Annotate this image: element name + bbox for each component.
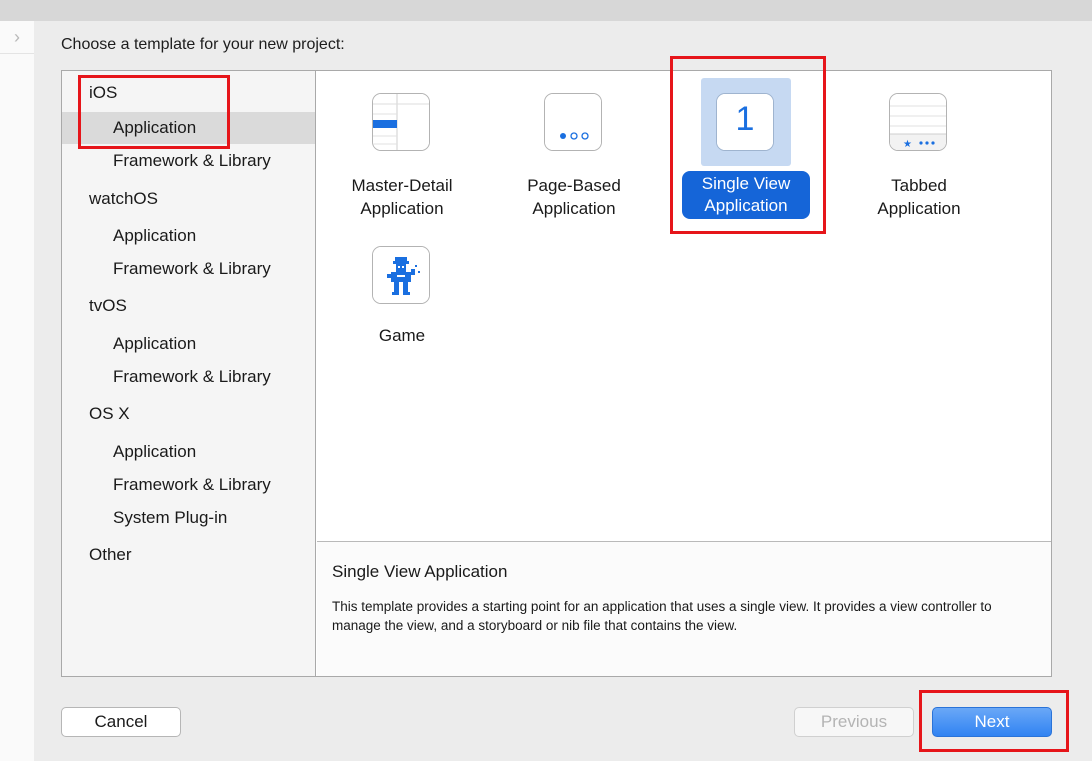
sidebar-item-tvos-framework-library[interactable]: Framework & Library [62, 361, 315, 393]
sidebar-item-osx-system-plugin[interactable]: System Plug-in [62, 502, 315, 534]
description-text: This template provides a starting point … [332, 599, 992, 633]
window-top-bar [0, 0, 1092, 21]
sidebar-item-watchos-application[interactable]: Application [62, 220, 315, 252]
svg-text:★: ★ [903, 139, 912, 150]
template-label: Master-Detail [351, 176, 453, 195]
template-master-detail[interactable]: Master-Detail Application [332, 93, 472, 223]
sidebar-item-osx-application[interactable]: Application [62, 436, 315, 468]
game-icon [372, 246, 432, 306]
sidebar-item-other[interactable]: Other [62, 539, 315, 571]
template-label: Application [532, 199, 616, 218]
tabbed-icon: ★ [889, 93, 949, 153]
sidebar-item-ios[interactable]: iOS [62, 77, 315, 109]
template-label: Application [704, 196, 788, 215]
chevron-right-icon[interactable]: › [14, 27, 20, 48]
single-view-icon: 1 [716, 93, 776, 153]
sidebar-item-tvos[interactable]: tvOS [62, 290, 315, 322]
dialog-prompt: Choose a template for your new project: [61, 36, 345, 53]
platform-sidebar: iOS Application Framework & Library watc… [62, 71, 316, 676]
template-label: Application [360, 199, 444, 218]
sidebar-item-ios-framework-library[interactable]: Framework & Library [62, 145, 315, 177]
sidebar-item-tvos-application[interactable]: Application [62, 328, 315, 360]
template-label: Single View [701, 174, 791, 193]
page-based-icon [544, 93, 604, 153]
sidebar-item-watchos[interactable]: watchOS [62, 183, 315, 215]
description-title: Single View Application [332, 562, 508, 581]
template-label: Game [378, 326, 426, 345]
template-game[interactable]: Game [332, 246, 472, 356]
master-detail-icon [372, 93, 432, 153]
cancel-button[interactable]: Cancel [61, 707, 181, 737]
template-page-based[interactable]: Page-Based Application [504, 93, 644, 223]
selected-template-label[interactable]: Single View Application [682, 171, 810, 219]
template-label: Tabbed [891, 176, 947, 195]
previous-button[interactable]: Previous [794, 707, 914, 737]
sidebar-item-osx-framework-library[interactable]: Framework & Library [62, 469, 315, 501]
sidebar-item-osx[interactable]: OS X [62, 398, 315, 430]
sidebar-item-watchos-framework-library[interactable]: Framework & Library [62, 253, 315, 285]
next-button[interactable]: Next [932, 707, 1052, 737]
single-view-glyph: 1 [735, 100, 755, 138]
template-label: Application [877, 199, 961, 218]
template-tabbed[interactable]: ★ Tabbed Application [849, 93, 989, 223]
sidebar-item-ios-application[interactable]: Application [62, 112, 315, 144]
left-edge-strip: › [0, 21, 34, 761]
divider [0, 53, 34, 54]
template-label: Page-Based [527, 176, 621, 195]
